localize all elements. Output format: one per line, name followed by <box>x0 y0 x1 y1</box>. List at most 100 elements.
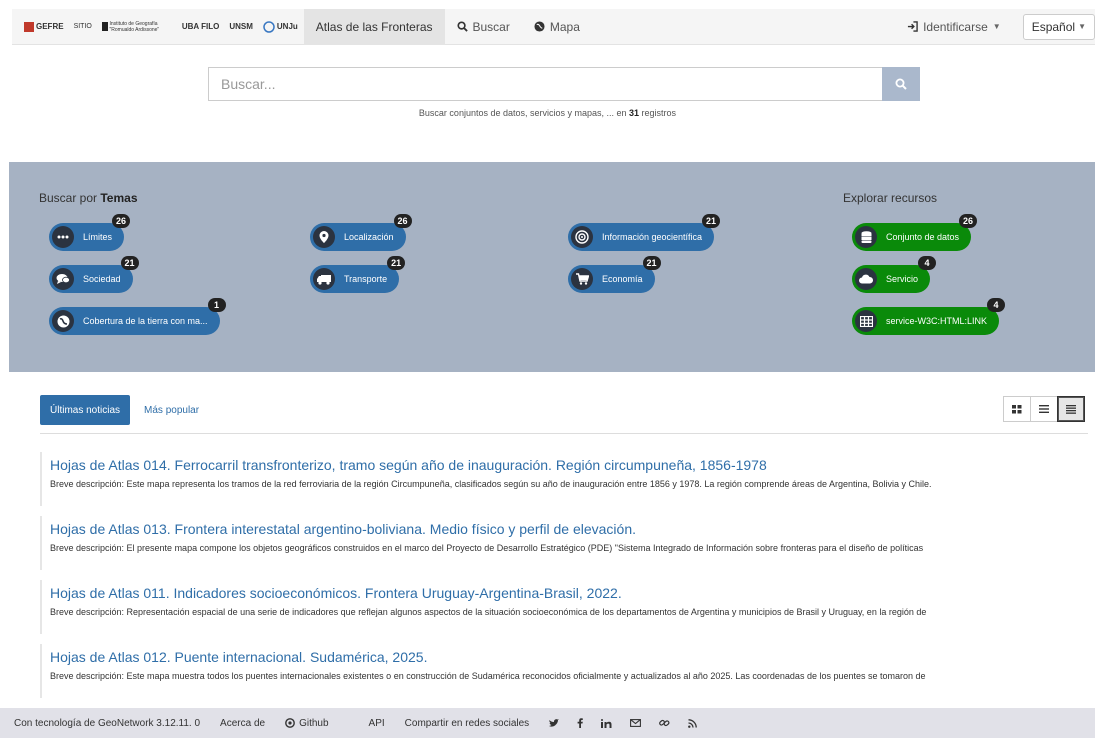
news-description: Breve descripción: Este mapa representa … <box>50 479 932 489</box>
chat-bubbles-icon <box>52 268 74 290</box>
theme-label: Cobertura de la tierra con ma... <box>83 316 208 326</box>
share-label: Compartir en redes sociales <box>404 717 530 729</box>
top-navbar: GEFRE SITIO Instituto de Geografía "Romu… <box>12 8 1095 45</box>
news-title-link[interactable]: Hojas de Atlas 011. Indicadores socioeco… <box>50 580 1088 602</box>
resource-label: Servicio <box>886 274 919 284</box>
github-link[interactable]: Github <box>285 718 348 729</box>
sign-in-icon <box>907 21 918 32</box>
target-icon <box>571 226 593 248</box>
theme-label: Localización <box>344 232 394 242</box>
language-label: Español <box>1031 19 1076 34</box>
cart-icon <box>571 268 593 290</box>
twitter-icon[interactable] <box>549 718 560 728</box>
resource-label: service-W3C:HTML:LINK <box>886 316 988 326</box>
about-link[interactable]: Acerca de <box>220 718 265 729</box>
caret-down-icon: ▼ <box>992 22 1001 31</box>
caret-down-icon: ▼ <box>1078 22 1086 31</box>
brand-label: Atlas de las Fronteras <box>315 19 433 34</box>
envelope-icon[interactable] <box>630 719 642 727</box>
uba-filo-logo[interactable]: UBA FILO <box>182 22 219 31</box>
theme-label: Sociedad <box>83 274 121 284</box>
linkedin-icon[interactable] <box>601 718 612 728</box>
theme-cobertura-tierra[interactable]: Cobertura de la tierra con ma... 1 <box>49 298 226 335</box>
list-view-button[interactable] <box>1030 396 1058 422</box>
theme-transporte[interactable]: Transporte 21 <box>310 256 406 293</box>
search-hint: Buscar conjuntos de datos, servicios y m… <box>418 108 677 118</box>
unsm-logo[interactable]: UNSM <box>229 22 253 31</box>
count-badge: 26 <box>393 214 412 228</box>
github-icon <box>285 718 295 728</box>
theme-label: Límites <box>83 232 113 242</box>
news-title-link[interactable]: Hojas de Atlas 012. Puente internacional… <box>50 644 1088 666</box>
map-pin-icon <box>313 226 335 248</box>
tab-most-popular[interactable]: Más popular <box>134 395 209 425</box>
truck-icon <box>313 268 335 290</box>
globe-icon <box>534 21 545 32</box>
news-description: Breve descripción: El presente mapa comp… <box>50 543 924 553</box>
count-badge: 21 <box>642 256 661 270</box>
partner-logos: GEFRE SITIO Instituto de Geografía "Romu… <box>12 9 298 44</box>
nav-map-link[interactable]: Mapa <box>522 9 592 45</box>
news-tabs: Últimas noticias Más popular <box>40 395 209 425</box>
search-icon <box>456 21 468 32</box>
count-badge: 21 <box>387 256 406 270</box>
github-label: Github <box>299 717 329 729</box>
facebook-icon[interactable] <box>577 718 583 728</box>
footer: Con tecnología de GeoNetwork 3.12.11. 0 … <box>0 708 1095 738</box>
compact-list-icon <box>1066 404 1076 414</box>
resource-service-w3c-html-link[interactable]: service-W3C:HTML:LINK 4 <box>852 298 1006 335</box>
count-badge: 4 <box>987 298 1006 312</box>
resource-conjunto-datos[interactable]: Conjunto de datos 26 <box>852 214 978 251</box>
theme-informacion-geocientifica[interactable]: Información geocientífica 21 <box>568 214 721 251</box>
compact-view-button[interactable] <box>1057 396 1085 422</box>
unju-logo[interactable]: UNJu <box>263 20 298 33</box>
nav-search-link[interactable]: Buscar <box>445 9 522 45</box>
count-badge: 1 <box>207 298 226 312</box>
login-label: Identificarse <box>923 19 988 34</box>
table-icon <box>855 310 877 332</box>
globe-icon <box>52 310 74 332</box>
news-item: Hojas de Atlas 013. Frontera interestata… <box>40 516 1088 570</box>
list-icon <box>1039 405 1049 413</box>
grid-icon <box>1012 404 1022 413</box>
count-badge: 21 <box>702 214 721 228</box>
theme-label: Economía <box>602 274 643 284</box>
sitio-logo[interactable]: SITIO <box>74 23 92 31</box>
search-icon <box>895 78 907 90</box>
theme-label: Información geocientífica <box>602 232 703 242</box>
gefre-logo[interactable]: GEFRE <box>24 21 64 32</box>
grid-view-button[interactable] <box>1003 396 1031 422</box>
count-badge: 4 <box>918 256 937 270</box>
record-count: 31 <box>629 108 640 118</box>
theme-economia[interactable]: Economía 21 <box>568 256 661 293</box>
count-badge: 26 <box>959 214 978 228</box>
dots-icon <box>52 226 74 248</box>
login-dropdown[interactable]: Identificarse ▼ <box>895 9 1013 45</box>
instituto-geografia-logo[interactable]: Instituto de Geografía "Romualdo Ardisso… <box>101 21 172 33</box>
resource-label: Conjunto de datos <box>886 232 960 242</box>
news-item: Hojas de Atlas 012. Puente internacional… <box>40 644 1088 698</box>
themes-heading: Buscar por Temas <box>39 191 138 205</box>
search-input[interactable] <box>208 67 882 101</box>
cloud-icon <box>855 268 877 290</box>
language-select[interactable]: Español ▼ <box>1022 13 1095 40</box>
resource-servicio[interactable]: Servicio 4 <box>852 256 937 293</box>
tabs-divider <box>40 433 1088 434</box>
tab-latest-news[interactable]: Últimas noticias <box>40 395 131 425</box>
news-title-link[interactable]: Hojas de Atlas 013. Frontera interestata… <box>50 516 1088 538</box>
rss-icon[interactable] <box>688 718 698 728</box>
news-title-link[interactable]: Hojas de Atlas 014. Ferrocarril transfro… <box>50 452 1088 474</box>
browse-band: Buscar por Temas Explorar recursos Límit… <box>9 162 1095 372</box>
resources-heading: Explorar recursos <box>843 191 938 205</box>
powered-by-link[interactable]: Con tecnología de GeoNetwork 3.12.11. 0 <box>14 718 200 729</box>
theme-sociedad[interactable]: Sociedad 21 <box>49 256 139 293</box>
brand-link[interactable]: Atlas de las Fronteras <box>303 8 445 45</box>
api-link[interactable]: API <box>369 718 385 729</box>
theme-label: Transporte <box>344 274 388 284</box>
link-icon[interactable] <box>659 718 670 728</box>
nav-search-label: Buscar <box>472 19 510 34</box>
theme-localizacion[interactable]: Localización 26 <box>310 214 412 251</box>
count-badge: 21 <box>120 256 139 270</box>
theme-limites[interactable]: Límites 26 <box>49 214 131 251</box>
search-button[interactable] <box>882 67 920 101</box>
